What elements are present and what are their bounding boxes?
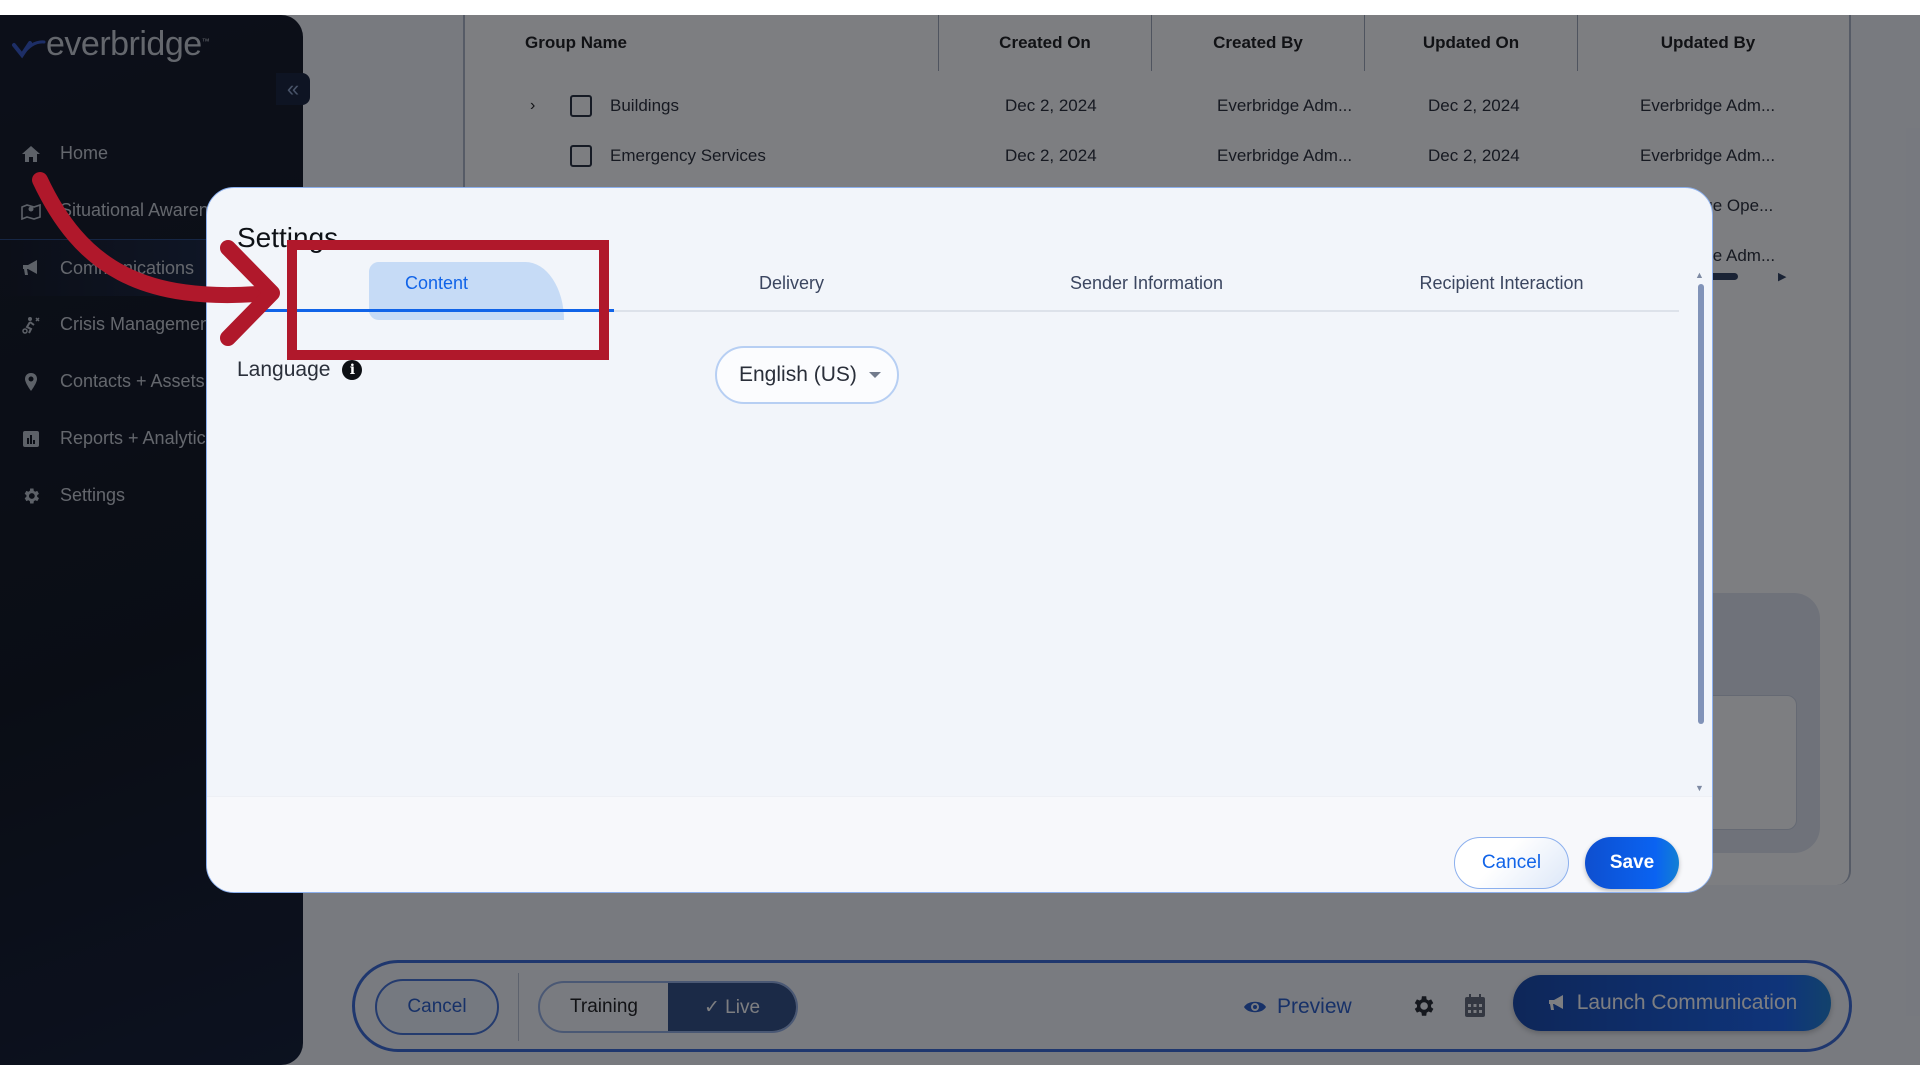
language-field-label: Language i bbox=[237, 358, 363, 382]
language-value: English (US) bbox=[739, 363, 857, 386]
language-label: Language bbox=[237, 358, 331, 381]
modal-footer: Cancel Save bbox=[207, 796, 1712, 892]
app-root: everbridge ™ Home Situational Awareness bbox=[0, 15, 1920, 1065]
annotation-highlight-box bbox=[287, 240, 609, 360]
tab-sender-information[interactable]: Sender Information bbox=[969, 256, 1324, 310]
save-button[interactable]: Save bbox=[1585, 837, 1679, 889]
cancel-button[interactable]: Cancel bbox=[1454, 837, 1569, 889]
scroll-up-arrow-icon[interactable]: ▲ bbox=[1695, 270, 1704, 280]
vertical-scrollbar[interactable] bbox=[1698, 284, 1704, 724]
tab-delivery[interactable]: Delivery bbox=[614, 256, 969, 310]
chevron-down-icon bbox=[868, 372, 881, 378]
info-icon[interactable]: i bbox=[342, 360, 363, 380]
scroll-down-arrow-icon[interactable]: ▼ bbox=[1695, 783, 1704, 793]
tab-label: Delivery bbox=[758, 272, 824, 293]
tab-label: Recipient Interaction bbox=[1419, 272, 1584, 293]
language-select[interactable]: English (US) bbox=[715, 346, 899, 404]
tab-label: Sender Information bbox=[1069, 272, 1224, 293]
tab-recipient-interaction[interactable]: Recipient Interaction bbox=[1324, 256, 1679, 310]
